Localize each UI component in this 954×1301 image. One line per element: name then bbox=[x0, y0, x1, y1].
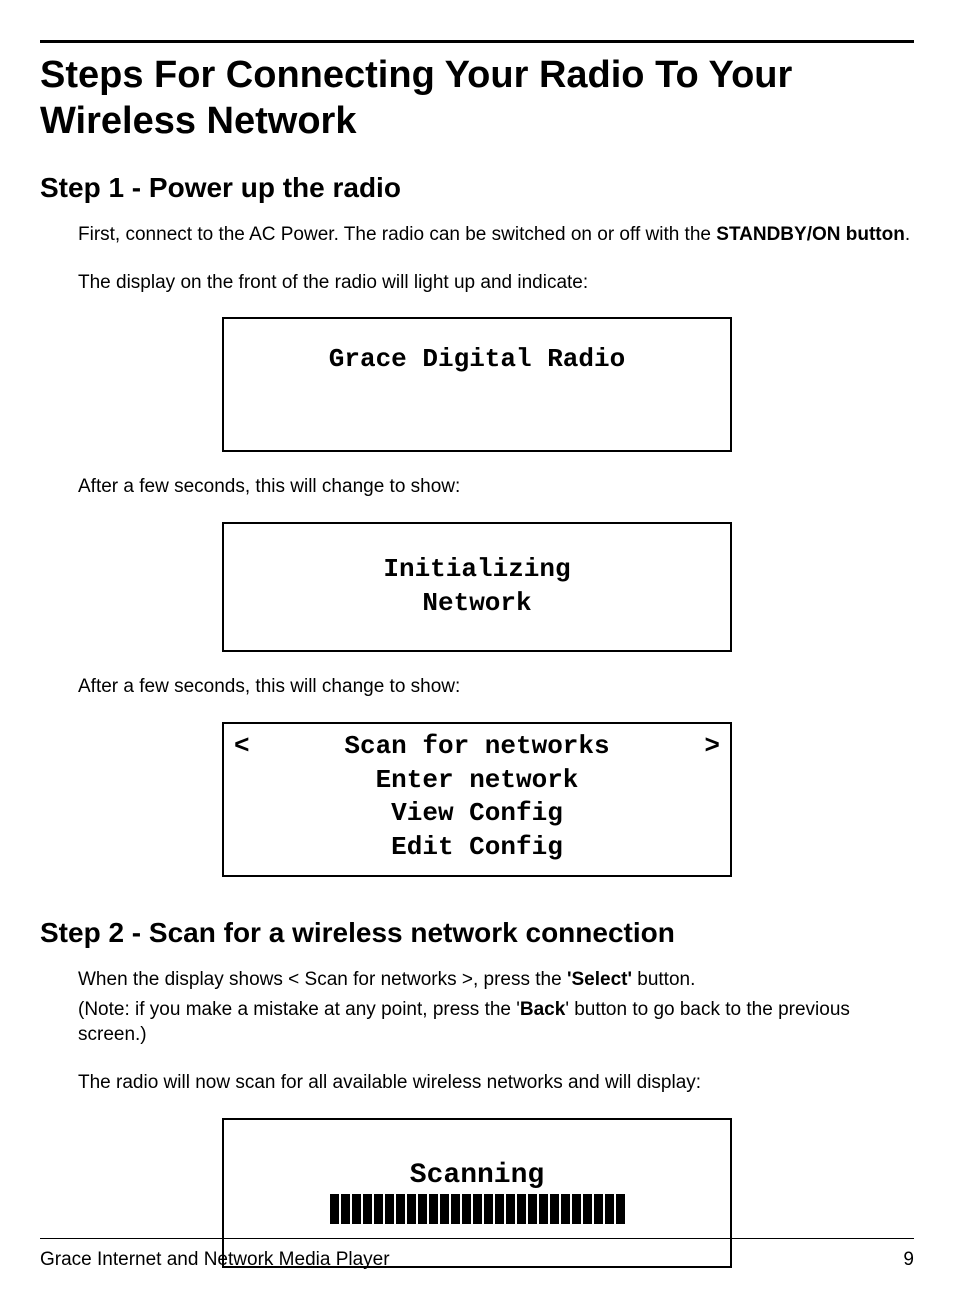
step1-paragraph4: After a few seconds, this will change to… bbox=[78, 674, 914, 700]
footer-title: Grace Internet and Network Media Player bbox=[40, 1249, 390, 1271]
step1-paragraph3: After a few seconds, this will change to… bbox=[78, 474, 914, 500]
standby-on-label: STANDBY/ON button bbox=[716, 224, 905, 245]
display-text: Grace Digital Radio bbox=[329, 343, 625, 377]
footer-rule bbox=[40, 1238, 914, 1239]
text: First, connect to the AC Power. The radi… bbox=[78, 224, 716, 245]
display-text: Network bbox=[422, 587, 531, 621]
step1-heading: Step 1 - Power up the radio bbox=[40, 172, 914, 204]
menu-label: Scan for networks bbox=[344, 731, 609, 761]
step1-paragraph2: The display on the front of the radio wi… bbox=[78, 270, 914, 296]
step2-heading: Step 2 - Scan for a wireless network con… bbox=[40, 917, 914, 949]
text: (Note: if you make a mistake at any poin… bbox=[78, 999, 520, 1020]
back-label: Back bbox=[520, 999, 565, 1020]
step2-paragraph1: When the display shows < Scan for networ… bbox=[78, 967, 914, 993]
text: . bbox=[905, 224, 910, 245]
display-screenshot-menu: < Scan for networks > Enter network View… bbox=[222, 722, 732, 877]
step2-paragraph3: The radio will now scan for all availabl… bbox=[78, 1070, 914, 1096]
top-rule bbox=[40, 40, 914, 43]
step1-paragraph1: First, connect to the AC Power. The radi… bbox=[78, 222, 914, 248]
page-footer: Grace Internet and Network Media Player … bbox=[40, 1238, 914, 1271]
menu-item-edit: Edit Config bbox=[234, 831, 720, 865]
scanning-label: Scanning bbox=[410, 1161, 544, 1192]
step2-paragraph2: (Note: if you make a mistake at any poin… bbox=[78, 997, 914, 1048]
display-screenshot-1: Grace Digital Radio bbox=[222, 317, 732, 452]
display-screenshot-2: Initializing Network bbox=[222, 522, 732, 652]
page-number: 9 bbox=[903, 1249, 914, 1271]
page-title: Steps For Connecting Your Radio To Your … bbox=[40, 53, 914, 144]
menu-item-enter: Enter network bbox=[234, 764, 720, 798]
select-label: 'Select' bbox=[567, 969, 632, 990]
menu-item-view: View Config bbox=[234, 797, 720, 831]
text: When the display shows < Scan for networ… bbox=[78, 969, 567, 990]
right-arrow-icon: > bbox=[704, 730, 720, 764]
progress-bar-icon bbox=[330, 1194, 625, 1224]
menu-item-scan: < Scan for networks > bbox=[234, 730, 720, 764]
text: button. bbox=[632, 969, 695, 990]
display-text: Initializing bbox=[383, 553, 570, 587]
left-arrow-icon: < bbox=[234, 730, 250, 764]
